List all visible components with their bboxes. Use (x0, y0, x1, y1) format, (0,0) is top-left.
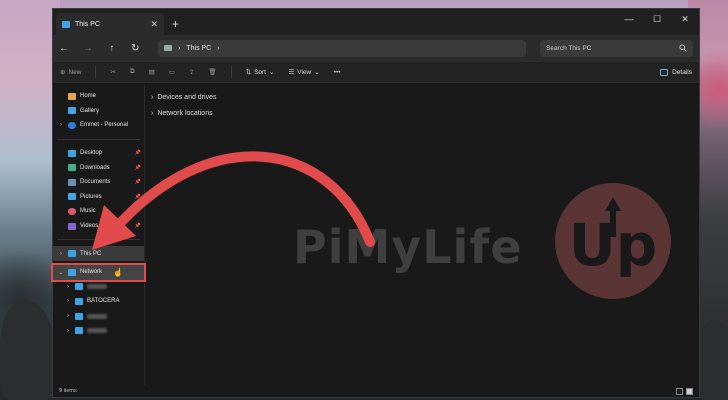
annotation-arrow-curve (107, 151, 375, 247)
annotation-overlay (92, 151, 375, 250)
